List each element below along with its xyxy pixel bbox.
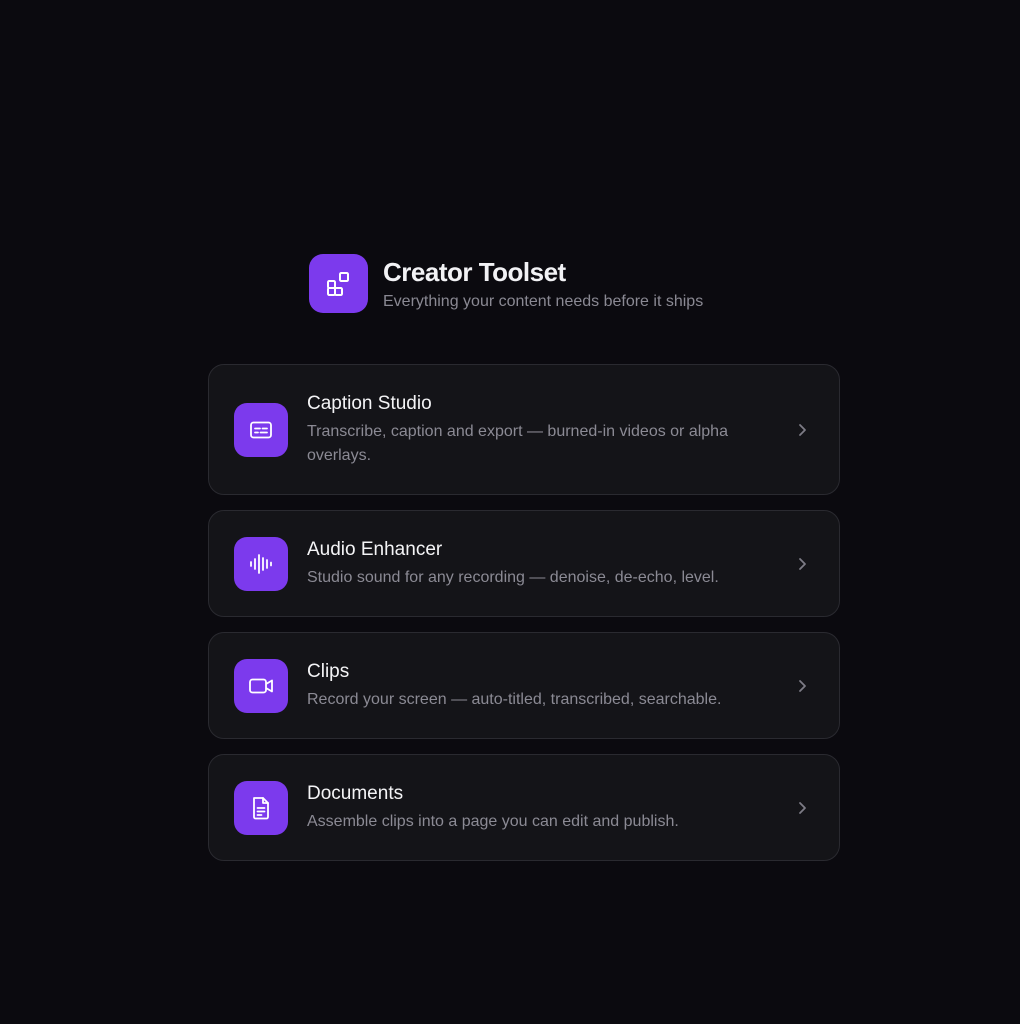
tool-card-documents[interactable]: Documents Assemble clips into a page you…	[208, 754, 840, 861]
tool-card-clips[interactable]: Clips Record your screen — auto-titled, …	[208, 632, 840, 739]
tool-card-caption-studio[interactable]: Caption Studio Transcribe, caption and e…	[208, 364, 840, 495]
grid-apps-icon	[309, 254, 368, 313]
tool-card-text: Caption Studio Transcribe, caption and e…	[307, 392, 777, 468]
tool-card-title: Audio Enhancer	[307, 538, 443, 560]
app-header: Creator Toolset Everything your content …	[309, 254, 703, 313]
tool-card-audio-enhancer[interactable]: Audio Enhancer Studio sound for any reco…	[208, 510, 840, 617]
chevron-right-icon	[795, 423, 809, 437]
page-subtitle: Everything your content needs before it …	[383, 292, 704, 310]
chevron-right-icon	[795, 801, 809, 815]
tool-card-description: Assemble clips into a page you can edit …	[307, 812, 679, 830]
chevron-right-icon	[795, 679, 809, 693]
tool-card-description: Studio sound for any recording — denoise…	[307, 568, 719, 586]
page-title: Creator Toolset	[383, 256, 566, 287]
tool-card-text: Audio Enhancer Studio sound for any reco…	[307, 538, 777, 590]
page: Creator Toolset Everything your content …	[0, 0, 1020, 1024]
captions-icon	[234, 402, 288, 457]
tool-card-title: Caption Studio	[307, 392, 432, 414]
tool-card-title: Clips	[307, 660, 350, 682]
tool-list: Caption Studio Transcribe, caption and e…	[208, 364, 840, 861]
tool-card-description: Transcribe, caption and export — burned-…	[307, 422, 728, 464]
tool-card-title: Documents	[307, 782, 404, 804]
document-icon	[234, 780, 288, 835]
tool-card-description: Record your screen — auto-titled, transc…	[307, 690, 722, 708]
audio-waveform-icon	[234, 536, 288, 591]
tool-card-text: Documents Assemble clips into a page you…	[307, 782, 777, 834]
chevron-right-icon	[795, 557, 809, 571]
tool-card-text: Clips Record your screen — auto-titled, …	[307, 660, 777, 712]
video-camera-icon	[234, 658, 288, 713]
header-text: Creator Toolset Everything your content …	[383, 256, 703, 312]
